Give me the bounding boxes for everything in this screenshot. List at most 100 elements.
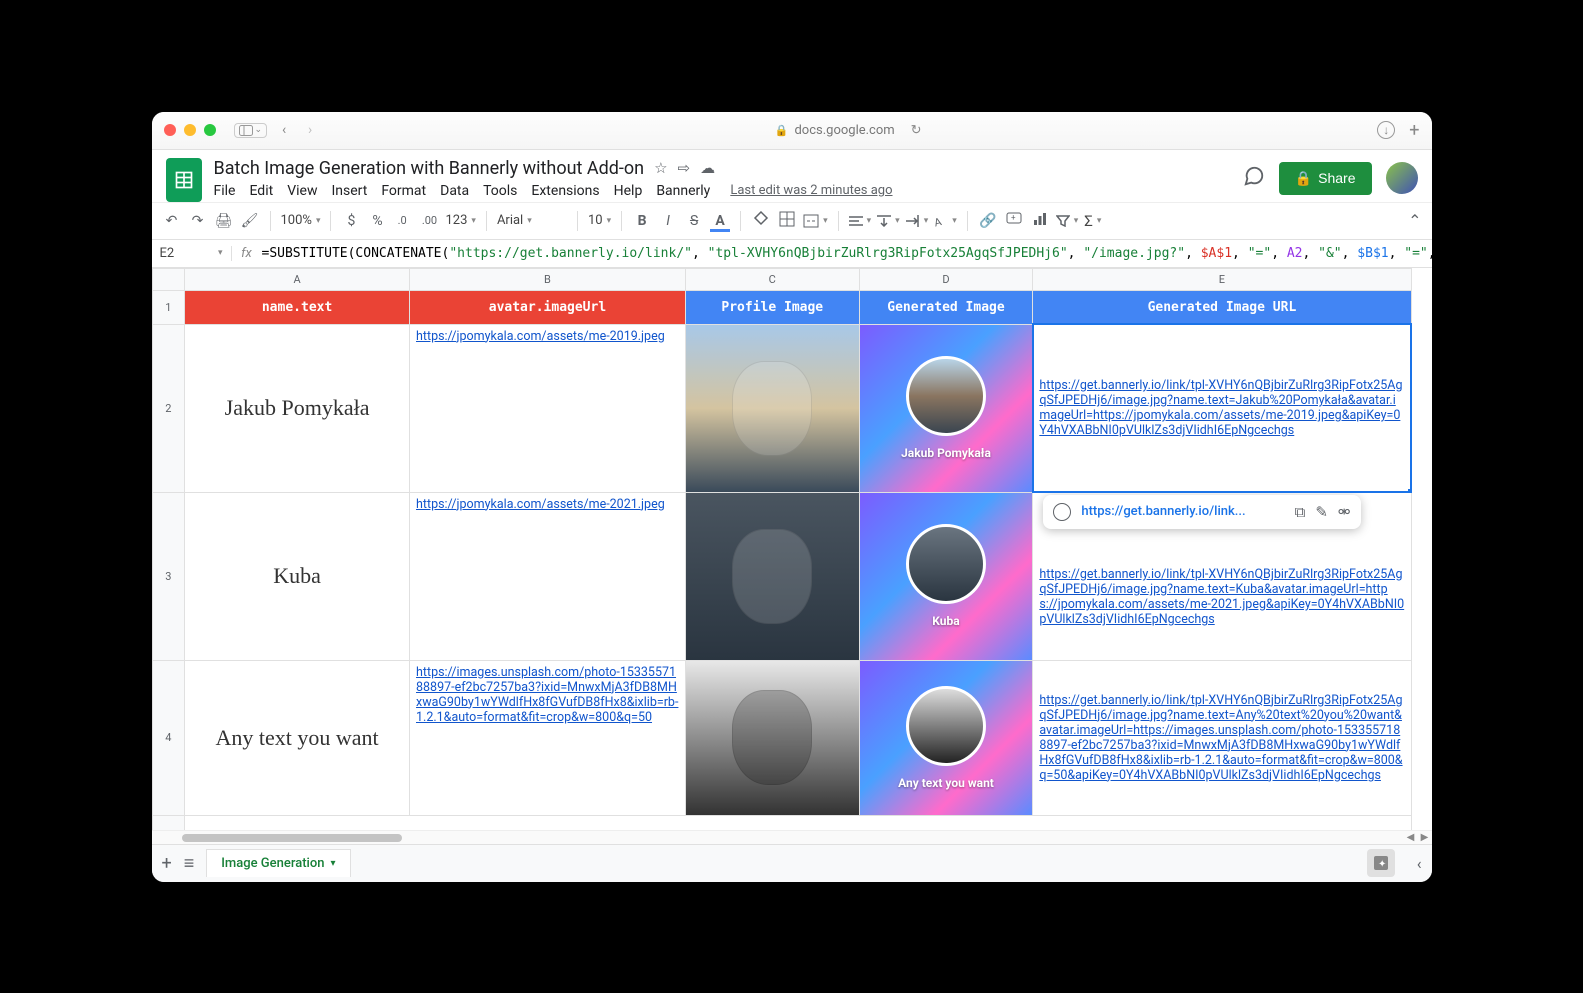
undo-button[interactable]: ↶ (162, 213, 182, 229)
currency-button[interactable]: $ (341, 213, 361, 229)
generated-url-link[interactable]: https://get.bannerly.io/link/tpl-XVHY6nQ… (1039, 378, 1402, 438)
cell-B4[interactable]: https://images.unsplash.com/photo-153355… (410, 660, 686, 815)
align-h-button[interactable]: ▾ (849, 215, 872, 227)
row-header[interactable]: 2 (152, 324, 185, 492)
scroll-right-arrow[interactable]: ▶ (1418, 831, 1432, 845)
functions-button[interactable]: Σ▾ (1084, 212, 1101, 230)
number-format-select[interactable]: 123▾ (445, 213, 475, 228)
cell-D3[interactable]: Kuba (859, 492, 1033, 660)
copy-link-icon[interactable]: ⧉ (1295, 503, 1306, 521)
edit-link-icon[interactable]: ✎ (1315, 503, 1328, 521)
zoom-select[interactable]: 100%▾ (281, 213, 321, 228)
rotate-button[interactable]: A▾ (934, 215, 957, 227)
col-header-B[interactable]: B (410, 268, 686, 290)
sheets-logo-icon[interactable] (166, 158, 202, 202)
increase-decimal-button[interactable]: .00 (419, 214, 439, 227)
print-button[interactable]: 🖨 (214, 213, 234, 229)
cell-B3[interactable]: https://jpomykala.com/assets/me-2021.jpe… (410, 492, 686, 660)
last-edit-link[interactable]: Last edit was 2 minutes ago (730, 183, 892, 198)
generated-url-link[interactable]: https://get.bannerly.io/link/tpl-XVHY6nQ… (1039, 567, 1404, 627)
percent-button[interactable]: % (367, 213, 387, 229)
cell-D2[interactable]: Jakub Pomykała (859, 324, 1033, 492)
menu-data[interactable]: Data (440, 183, 469, 199)
menu-help[interactable]: Help (614, 183, 643, 199)
menu-edit[interactable]: Edit (249, 183, 273, 199)
italic-button[interactable]: I (658, 213, 678, 229)
reload-icon[interactable]: ↻ (911, 123, 922, 138)
cell-D1[interactable]: Generated Image (859, 290, 1033, 324)
cell-A4[interactable]: Any text you want (185, 660, 410, 815)
close-window-button[interactable] (164, 124, 176, 136)
strikethrough-button[interactable]: S (684, 213, 704, 229)
scroll-left-arrow[interactable]: ◀ (1404, 831, 1418, 845)
nav-forward-button[interactable]: › (301, 122, 319, 138)
cell-A3[interactable]: Kuba (185, 492, 410, 660)
cell-E4[interactable]: https://get.bannerly.io/link/tpl-XVHY6nQ… (1033, 660, 1411, 815)
sidebar-toggle-button[interactable]: ⌄ (234, 123, 268, 138)
cell-C4[interactable] (685, 660, 859, 815)
chart-button[interactable] (1030, 212, 1050, 230)
star-icon[interactable]: ☆ (654, 159, 667, 177)
menu-format[interactable]: Format (381, 183, 426, 199)
decrease-decimal-button[interactable]: .0 (393, 214, 413, 227)
col-header-A[interactable]: A (185, 268, 410, 290)
side-panel-toggle[interactable]: ‹ (1417, 854, 1422, 873)
row-header[interactable]: 1 (152, 290, 185, 324)
link-button[interactable]: 🔗 (978, 213, 998, 229)
row-header[interactable]: 4 (152, 660, 185, 815)
avatar-url-link[interactable]: https://jpomykala.com/assets/me-2019.jpe… (416, 329, 665, 344)
cell-D4[interactable]: Any text you want (859, 660, 1033, 815)
nav-back-button[interactable]: ‹ (275, 122, 293, 138)
fill-color-button[interactable] (751, 211, 771, 231)
cell-A1[interactable]: name.text (185, 290, 410, 324)
menu-bannerly[interactable]: Bannerly (656, 183, 710, 199)
comment-button[interactable]: + (1004, 212, 1024, 230)
avatar-url-link[interactable]: https://images.unsplash.com/photo-153355… (416, 665, 678, 725)
col-header-E[interactable]: E (1033, 268, 1411, 290)
bold-button[interactable]: B (632, 213, 652, 229)
address-bar[interactable]: 🔒 docs.google.com ↻ (327, 123, 1369, 138)
col-header-C[interactable]: C (685, 268, 859, 290)
sheet-tab-active[interactable]: Image Generation ▾ (206, 849, 350, 877)
menu-file[interactable]: File (214, 183, 236, 199)
borders-button[interactable] (777, 211, 797, 231)
row-header[interactable] (152, 815, 185, 830)
select-all-corner[interactable] (152, 268, 185, 290)
unlink-icon[interactable]: ⚮ (1338, 503, 1351, 521)
add-sheet-button[interactable]: + (162, 853, 172, 874)
cell-C2[interactable] (685, 324, 859, 492)
new-tab-button[interactable]: + (1409, 120, 1419, 141)
font-select[interactable]: Arial▾ (497, 213, 567, 228)
generated-url-link[interactable]: https://get.bannerly.io/link/tpl-XVHY6nQ… (1039, 693, 1402, 783)
cell-A2[interactable]: Jakub Pomykała (185, 324, 410, 492)
move-icon[interactable]: ⇨ (678, 159, 691, 177)
cell-B1[interactable]: avatar.imageUrl (410, 290, 686, 324)
cell-C3[interactable] (685, 492, 859, 660)
all-sheets-button[interactable]: ≡ (184, 853, 195, 874)
formula-input[interactable]: =SUBSTITUTE(CONCATENATE("https://get.ban… (262, 246, 1432, 261)
text-color-button[interactable]: A (710, 213, 730, 229)
sheet-tab-menu-icon[interactable]: ▾ (330, 858, 335, 869)
account-avatar[interactable] (1386, 162, 1418, 194)
horizontal-scrollbar[interactable]: ◀ ▶ (152, 830, 1432, 844)
menu-view[interactable]: View (287, 183, 317, 199)
row-header[interactable]: 3 (152, 492, 185, 660)
redo-button[interactable]: ↷ (188, 213, 208, 229)
comments-icon[interactable] (1243, 165, 1265, 192)
cell-E1[interactable]: Generated Image URL (1033, 290, 1411, 324)
paint-format-button[interactable]: 🖌 (240, 213, 260, 229)
grid-area[interactable]: A B C D E 1 name.text avatar.imageUrl Pr… (152, 268, 1432, 830)
merge-cells-button[interactable]: ▾ (803, 214, 828, 228)
link-popup-url[interactable]: https://get.bannerly.io/link... (1081, 504, 1284, 519)
toolbar-collapse-button[interactable]: ⌃ (1408, 211, 1421, 230)
align-v-button[interactable]: ▾ (877, 215, 900, 227)
menu-tools[interactable]: Tools (483, 183, 517, 199)
cell-E3[interactable]: https://get.bannerly.io/link... ⧉ ✎ ⚮ ht… (1033, 492, 1411, 660)
cloud-status-icon[interactable]: ☁ (700, 159, 715, 177)
share-button[interactable]: 🔒 Share (1279, 162, 1372, 195)
name-box[interactable]: E2▾ (152, 246, 232, 261)
cell-E2[interactable]: https://get.bannerly.io/link/tpl-XVHY6nQ… (1033, 324, 1411, 492)
doc-title[interactable]: Batch Image Generation with Bannerly wit… (214, 158, 645, 179)
col-header-D[interactable]: D (859, 268, 1033, 290)
downloads-icon[interactable]: ↓ (1377, 121, 1395, 139)
